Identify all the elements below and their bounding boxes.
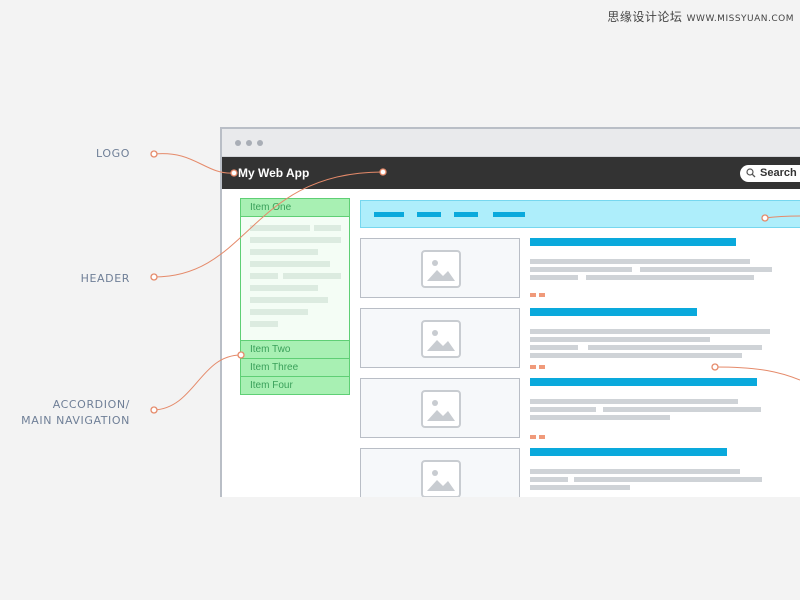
watermark: 思缘设计论坛 WWW.MISSYUAN.COM [607, 8, 794, 25]
content-text-line [530, 485, 630, 490]
content-text-line [586, 275, 754, 280]
tag-mark [539, 365, 545, 369]
tag-mark [539, 435, 545, 439]
placeholder-line [283, 273, 341, 279]
accordion-navigation: Item One Item Two Item Three Item Four [240, 198, 350, 395]
content-text-line [530, 477, 568, 482]
content-image[interactable] [360, 308, 520, 368]
placeholder-line [250, 297, 328, 303]
content-text-line [574, 477, 762, 482]
browser-dot-icon [257, 140, 263, 146]
image-placeholder-icon [421, 320, 461, 358]
browser-dot-icon [246, 140, 252, 146]
watermark-site: WWW.MISSYUAN.COM [686, 14, 794, 24]
content-title-bar [530, 448, 727, 456]
content-text-line [530, 267, 632, 272]
accordion-item-one[interactable]: Item One [240, 198, 350, 217]
nav-link[interactable] [493, 212, 525, 217]
content-text-line [530, 329, 770, 334]
content-text-line [603, 407, 761, 412]
browser-dot-icon [235, 140, 241, 146]
browser-chrome [222, 129, 800, 157]
accordion-panel [240, 216, 350, 341]
nav-link[interactable] [417, 212, 441, 217]
browser-window: My Web App Search Item One Item Two Item… [220, 127, 800, 497]
content-text-line [530, 337, 710, 342]
callout-dot-icon [150, 406, 158, 414]
callout-header: HEADER [80, 272, 130, 285]
top-nav-bar [360, 200, 800, 228]
accordion-item-three[interactable]: Item Three [240, 358, 350, 377]
placeholder-line [250, 225, 310, 231]
placeholder-line [250, 261, 330, 267]
placeholder-line [314, 225, 341, 231]
tag-mark [530, 365, 536, 369]
placeholder-line [250, 273, 278, 279]
tag-mark [530, 435, 536, 439]
content-title-bar [530, 308, 697, 316]
content-text-line [530, 275, 578, 280]
content-title-bar [530, 238, 736, 246]
callout-dot-icon [150, 273, 158, 281]
nav-link[interactable] [454, 212, 478, 217]
image-placeholder-icon [421, 390, 461, 428]
content-text-line [530, 415, 670, 420]
content-text-line [530, 353, 742, 358]
app-logo-title[interactable]: My Web App [238, 166, 309, 180]
placeholder-line [250, 249, 318, 255]
content-text-line [530, 469, 740, 474]
callout-accordion-line1: ACCORDION/ [52, 398, 130, 411]
image-placeholder-icon [421, 250, 461, 288]
placeholder-line [250, 321, 278, 327]
search-input[interactable]: Search [740, 165, 800, 182]
callout-accordion: ACCORDION/ MAIN NAVIGATION [21, 397, 130, 429]
callout-logo: LOGO [96, 147, 130, 160]
content-text-line [588, 345, 762, 350]
tag-mark [539, 293, 545, 297]
callout-accordion-line2: MAIN NAVIGATION [21, 414, 130, 427]
tag-mark [530, 293, 536, 297]
content-title-bar [530, 378, 757, 386]
content-image[interactable] [360, 238, 520, 298]
placeholder-line [250, 237, 341, 243]
content-text-line [530, 399, 738, 404]
placeholder-line [250, 285, 318, 291]
content-text-line [530, 259, 750, 264]
search-icon [746, 168, 756, 178]
watermark-text: 思缘设计论坛 [607, 10, 683, 24]
placeholder-line [250, 309, 308, 315]
content-image[interactable] [360, 448, 520, 497]
search-label: Search [760, 167, 797, 179]
accordion-item-two[interactable]: Item Two [240, 340, 350, 359]
content-text-line [640, 267, 772, 272]
content-image[interactable] [360, 378, 520, 438]
content-text-line [530, 345, 578, 350]
app-header: My Web App Search [222, 157, 800, 189]
accordion-item-four[interactable]: Item Four [240, 376, 350, 395]
content-text-line [530, 407, 596, 412]
nav-link[interactable] [374, 212, 404, 217]
callout-dot-icon [150, 150, 158, 158]
image-placeholder-icon [421, 460, 461, 497]
